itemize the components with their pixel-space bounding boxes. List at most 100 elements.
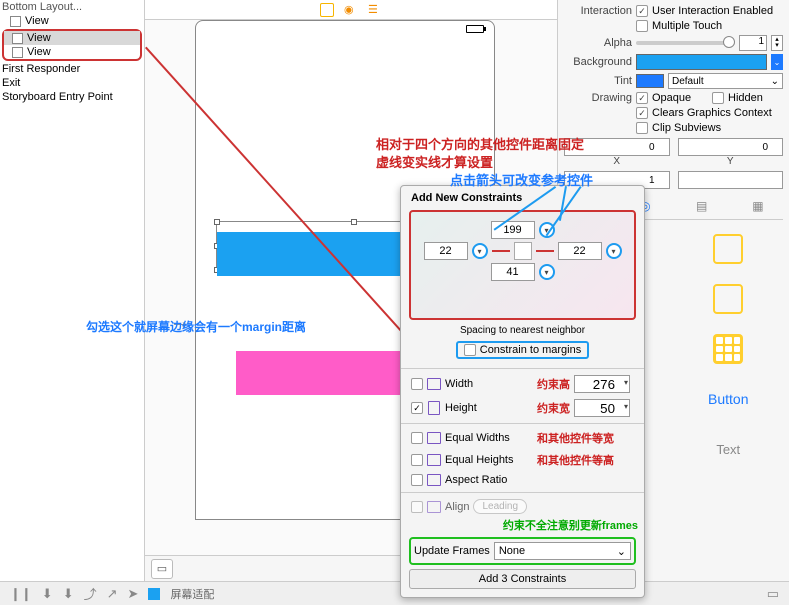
right-spacing-input[interactable] — [558, 242, 602, 260]
arrow-icon[interactable]: ↗ — [107, 586, 118, 602]
h-input[interactable] — [678, 171, 784, 189]
alpha-stepper[interactable]: ▴▾ — [771, 35, 783, 51]
tab-title[interactable]: 屏幕适配 — [170, 586, 214, 602]
annotation-text: 和其他控件等高 — [537, 452, 614, 468]
width-icon — [427, 378, 441, 390]
checkbox-label: User Interaction Enabled — [652, 5, 773, 17]
left-spacing-input[interactable] — [424, 242, 468, 260]
left-neighbor-dropdown[interactable]: ▾ — [472, 243, 488, 259]
pink-view[interactable] — [236, 351, 426, 395]
inspector-toggle-icon[interactable]: ▭ — [767, 586, 779, 602]
checkbox-label: Hidden — [728, 92, 763, 104]
axis-label: X — [564, 156, 670, 167]
download-icon[interactable]: ⬇ — [63, 586, 74, 602]
width-checkbox[interactable] — [411, 378, 423, 390]
tint-select[interactable]: Default⌄ — [668, 73, 783, 89]
outline-item-view[interactable]: View — [4, 45, 140, 59]
annotation-text: 约束宽 — [537, 400, 570, 416]
lib-view2[interactable] — [678, 278, 780, 320]
chevron-down-icon: ⌄ — [617, 545, 626, 558]
align-select[interactable]: Leading — [473, 499, 527, 514]
checkbox-label: Multiple Touch — [652, 20, 722, 32]
top-spacing-input[interactable] — [491, 221, 535, 239]
height-checkbox[interactable]: ✓ — [411, 402, 423, 414]
resize-handle[interactable] — [214, 219, 220, 225]
height-input[interactable] — [574, 399, 630, 417]
bottom-spacing-input[interactable] — [491, 263, 535, 281]
pause-icon[interactable]: ❙❙ — [10, 586, 32, 602]
slider-knob[interactable] — [723, 36, 735, 48]
lib-grid[interactable] — [678, 328, 780, 370]
alpha-input[interactable]: 1 — [739, 35, 767, 51]
field-label: Background — [564, 56, 632, 68]
blue-view[interactable] — [217, 232, 407, 276]
outline-item-view[interactable]: View — [4, 31, 140, 45]
background-dropdown[interactable]: ⌄ — [771, 54, 783, 70]
color-chip[interactable] — [148, 588, 160, 600]
lib-button[interactable]: Button — [678, 378, 780, 420]
aspect-ratio-checkbox[interactable] — [411, 474, 423, 486]
outline-entry-point[interactable]: Storyboard Entry Point — [0, 90, 144, 104]
outline-toggle-button[interactable]: ▭ — [151, 559, 173, 579]
download-icon[interactable]: ⬇ — [42, 586, 53, 602]
right-neighbor-dropdown[interactable]: ▾ — [606, 243, 622, 259]
up-icon[interactable]: ⤴ — [84, 584, 97, 603]
lib-textfield[interactable]: Text — [678, 428, 780, 470]
chevron-down-icon[interactable]: ▾ — [624, 378, 628, 387]
location-icon[interactable]: ➤ — [128, 586, 139, 602]
tint-color-well[interactable] — [636, 74, 664, 88]
alpha-slider[interactable] — [636, 41, 735, 45]
pin-diagram: ▾ ▾ ▾ ▾ — [409, 210, 636, 320]
checkbox-label: Opaque — [652, 92, 708, 104]
equal-widths-checkbox[interactable] — [411, 432, 423, 444]
lib-more[interactable] — [678, 478, 780, 520]
annotation-text: 勾选这个就屏幕边缘会有一个margin距离 — [86, 318, 306, 335]
annotation-text: 相对于四个方向的其他控件距离固定 — [376, 134, 584, 153]
clip-checkbox[interactable] — [636, 122, 648, 134]
align-icon — [427, 501, 441, 513]
clears-checkbox[interactable]: ✓ — [636, 107, 648, 119]
view-icon[interactable] — [320, 3, 334, 17]
annotation-text: 约束高 — [537, 376, 570, 392]
popover-title: Add New Constraints — [401, 186, 644, 208]
chevron-down-icon[interactable]: ▾ — [624, 402, 628, 411]
hidden-checkbox[interactable] — [712, 92, 724, 104]
left-strut[interactable] — [492, 250, 510, 252]
constrain-margins-row: Constrain to margins — [456, 341, 590, 359]
outline-item-view[interactable]: View — [0, 14, 144, 28]
grid-icon — [713, 334, 743, 364]
outline-label: View — [25, 15, 49, 27]
help-icon[interactable]: ☰ — [368, 3, 382, 17]
outline-selected-group: View View — [2, 29, 142, 61]
outline-exit[interactable]: Exit — [0, 76, 144, 90]
add-constraints-button[interactable]: Add 3 Constraints — [409, 569, 636, 589]
tab-media[interactable]: ▦ — [749, 197, 767, 215]
annotation-text: 点击箭头可改变参考控件 — [450, 170, 593, 189]
right-strut[interactable] — [536, 250, 554, 252]
view-icon — [12, 47, 23, 58]
outline-item[interactable]: Bottom Layout... — [0, 0, 144, 14]
equal-widths-icon — [427, 432, 441, 444]
cube-icon[interactable]: ◉ — [344, 3, 358, 17]
tab-snippets[interactable]: ▤ — [693, 197, 711, 215]
align-checkbox[interactable] — [411, 501, 423, 513]
lib-view[interactable] — [678, 228, 780, 270]
field-label: Tint — [564, 75, 632, 87]
device-status-bar — [196, 21, 494, 37]
update-frames-select[interactable]: None⌄ — [494, 542, 631, 560]
uie-checkbox[interactable]: ✓ — [636, 5, 648, 17]
margins-checkbox[interactable] — [464, 344, 476, 356]
background-color-well[interactable] — [636, 54, 767, 70]
y-input[interactable] — [678, 138, 784, 156]
opaque-checkbox[interactable]: ✓ — [636, 92, 648, 104]
width-input[interactable] — [574, 375, 630, 393]
pin-center-icon — [514, 242, 532, 260]
constraints-popover: Add New Constraints ▾ ▾ ▾ ▾ Spacing to n… — [400, 185, 645, 598]
equal-heights-checkbox[interactable] — [411, 454, 423, 466]
resize-handle[interactable] — [351, 219, 357, 225]
outline-first-responder[interactable]: First Responder — [0, 62, 144, 76]
multitouch-checkbox[interactable] — [636, 20, 648, 32]
axis-label: Y — [678, 156, 784, 167]
outline-label: View — [27, 32, 51, 44]
bottom-neighbor-dropdown[interactable]: ▾ — [539, 264, 555, 280]
